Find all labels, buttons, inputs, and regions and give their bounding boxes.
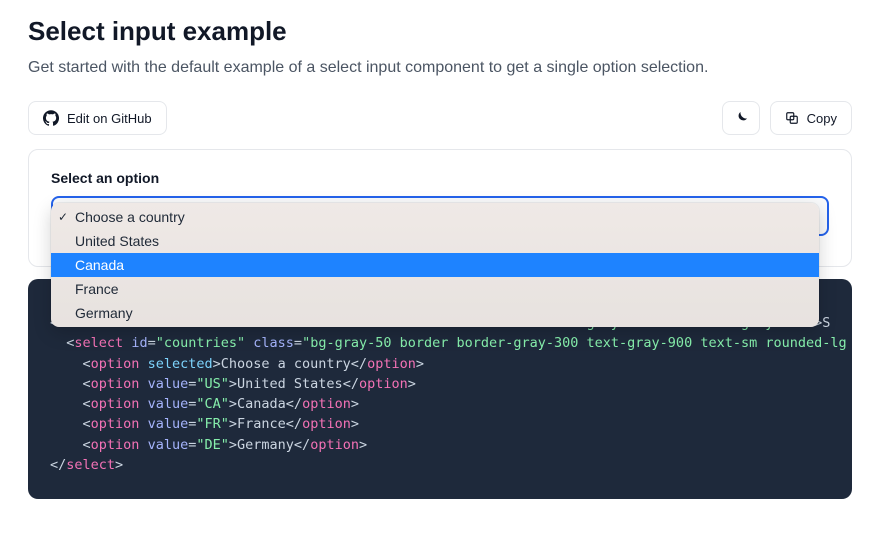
component-preview-card: Select an option ✓ Choose a country United… xyxy=(28,149,852,267)
dropdown-option-label: United States xyxy=(75,233,159,249)
dropdown-option-label: Choose a country xyxy=(75,209,185,225)
dropdown-option-label: Canada xyxy=(75,257,124,273)
dark-mode-toggle-button[interactable] xyxy=(722,101,760,135)
dropdown-option[interactable]: ✓ Choose a country xyxy=(51,205,819,229)
edit-on-github-button[interactable]: Edit on GitHub xyxy=(28,101,167,135)
edit-on-github-label: Edit on GitHub xyxy=(67,111,152,126)
dropdown-option[interactable]: Canada xyxy=(51,253,819,277)
page-title: Select input example xyxy=(28,16,852,47)
moon-icon xyxy=(733,110,749,126)
dropdown-option[interactable]: Germany xyxy=(51,301,819,325)
github-icon xyxy=(43,110,59,126)
select-label: Select an option xyxy=(51,170,829,186)
check-icon: ✓ xyxy=(58,210,68,224)
page-lead: Get started with the default example of … xyxy=(28,59,852,77)
dropdown-option[interactable]: United States xyxy=(51,229,819,253)
copy-icon xyxy=(785,111,799,125)
copy-label: Copy xyxy=(807,111,837,126)
dropdown-option-label: France xyxy=(75,281,119,297)
copy-button[interactable]: Copy xyxy=(770,101,852,135)
dropdown-option[interactable]: France xyxy=(51,277,819,301)
dropdown-option-label: Germany xyxy=(75,305,133,321)
toolbar: Edit on GitHub Copy xyxy=(28,101,852,135)
country-select-dropdown: ✓ Choose a country United States Canada Fran… xyxy=(51,203,819,327)
